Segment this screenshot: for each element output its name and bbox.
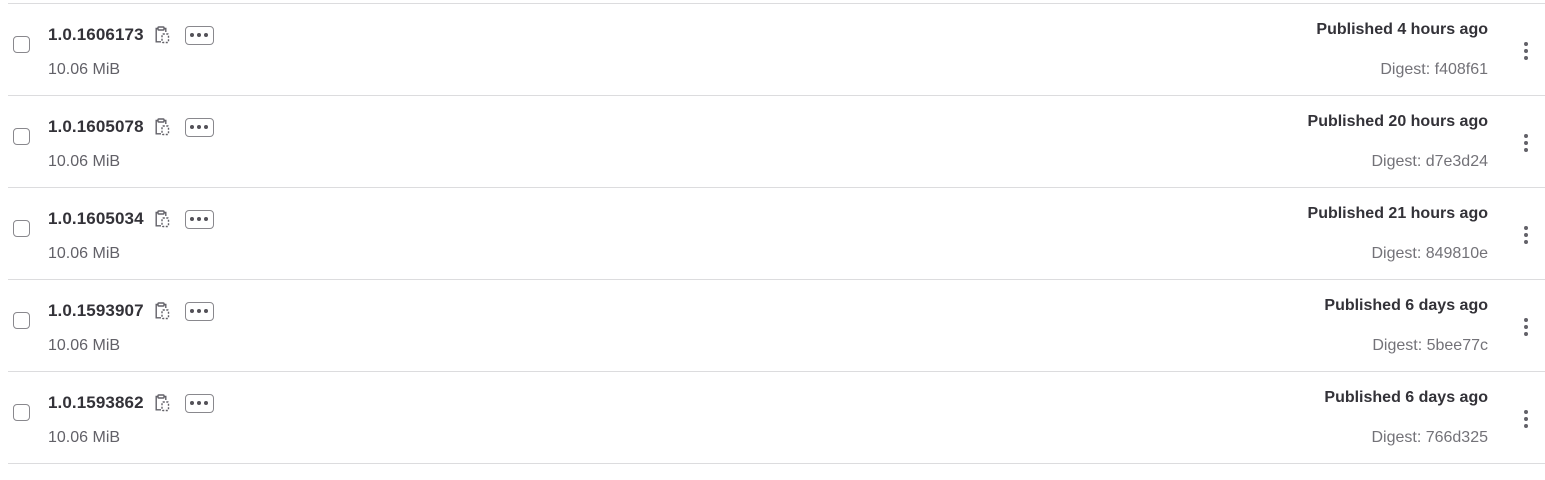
package-size: 10.06 MiB xyxy=(48,153,121,170)
version-title-line: 1.0.1593862 xyxy=(48,392,214,414)
digest-value: Digest: 766d325 xyxy=(1371,429,1488,446)
digest-value: Digest: 5bee77c xyxy=(1372,337,1488,354)
kebab-menu-icon[interactable] xyxy=(1516,39,1536,63)
ellipsis-icon xyxy=(190,217,195,221)
more-ellipsis-button[interactable] xyxy=(184,117,214,137)
kebab-menu-icon[interactable] xyxy=(1516,315,1536,339)
copy-to-clipboard-icon[interactable] xyxy=(153,117,171,137)
ellipsis-icon xyxy=(190,125,195,129)
more-ellipsis-button[interactable] xyxy=(184,393,214,413)
version-name: 1.0.1606173 xyxy=(48,25,144,44)
version-title-line: 1.0.1605034 xyxy=(48,208,214,230)
copy-to-clipboard-icon[interactable] xyxy=(153,301,171,321)
more-ellipsis-button[interactable] xyxy=(184,301,214,321)
more-ellipsis-button[interactable] xyxy=(184,209,214,229)
version-title-line: 1.0.1606173 xyxy=(48,24,214,46)
digest-value: Digest: f408f61 xyxy=(1380,61,1488,78)
more-ellipsis-button[interactable] xyxy=(184,25,214,45)
published-time: Published 20 hours ago xyxy=(1307,113,1488,130)
list-item: 1.0.1593862 10.06 MiB Published 6 days a… xyxy=(8,372,1545,464)
copy-to-clipboard-icon[interactable] xyxy=(153,393,171,413)
version-name: 1.0.1605078 xyxy=(48,117,144,136)
select-checkbox[interactable] xyxy=(13,404,30,421)
version-name: 1.0.1593907 xyxy=(48,301,144,320)
kebab-menu-icon[interactable] xyxy=(1516,407,1536,431)
select-checkbox[interactable] xyxy=(13,220,30,237)
select-checkbox[interactable] xyxy=(13,128,30,145)
version-name: 1.0.1593862 xyxy=(48,393,144,412)
published-time: Published 6 days ago xyxy=(1324,389,1488,406)
package-size: 10.06 MiB xyxy=(48,337,121,354)
copy-to-clipboard-icon[interactable] xyxy=(153,25,171,45)
select-checkbox[interactable] xyxy=(13,312,30,329)
version-title-line: 1.0.1605078 xyxy=(48,116,214,138)
ellipsis-icon xyxy=(190,33,195,37)
published-time: Published 21 hours ago xyxy=(1307,205,1488,222)
package-version-list: 1.0.1606173 10.06 MiB Published 4 hours … xyxy=(8,3,1545,464)
version-name: 1.0.1605034 xyxy=(48,209,144,228)
list-item: 1.0.1593907 10.06 MiB Published 6 days a… xyxy=(8,280,1545,372)
ellipsis-icon xyxy=(190,401,195,405)
copy-to-clipboard-icon[interactable] xyxy=(153,209,171,229)
package-size: 10.06 MiB xyxy=(48,61,121,78)
package-size: 10.06 MiB xyxy=(48,245,121,262)
select-checkbox[interactable] xyxy=(13,36,30,53)
list-item: 1.0.1605034 10.06 MiB Published 21 hours… xyxy=(8,188,1545,280)
list-item: 1.0.1606173 10.06 MiB Published 4 hours … xyxy=(8,4,1545,96)
digest-value: Digest: d7e3d24 xyxy=(1371,153,1488,170)
list-item: 1.0.1605078 10.06 MiB Published 20 hours… xyxy=(8,96,1545,188)
version-title-line: 1.0.1593907 xyxy=(48,300,214,322)
kebab-menu-icon[interactable] xyxy=(1516,223,1536,247)
ellipsis-icon xyxy=(190,309,195,313)
kebab-menu-icon[interactable] xyxy=(1516,131,1536,155)
package-size: 10.06 MiB xyxy=(48,429,121,446)
published-time: Published 4 hours ago xyxy=(1316,21,1488,38)
published-time: Published 6 days ago xyxy=(1324,297,1488,314)
digest-value: Digest: 849810e xyxy=(1371,245,1488,262)
